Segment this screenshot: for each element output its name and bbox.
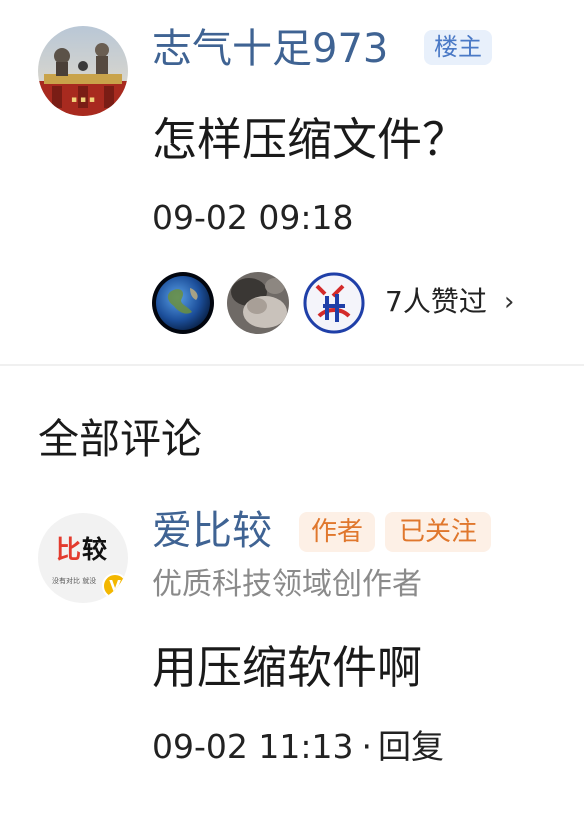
verified-icon: V [102, 573, 128, 599]
calligraphy-avatar-image [303, 272, 365, 334]
thread-page: ▪ ▪ ▪ 志气十足973 楼主 怎样压缩文件？ 09-02 09:18 7人赞… [0, 0, 584, 816]
liker-avatar[interactable] [227, 272, 289, 334]
commenter-name[interactable]: 爱比较 [152, 509, 272, 553]
followed-badge[interactable]: 已关注 [385, 512, 492, 552]
op-badge: 楼主 [424, 30, 492, 65]
commenter-avatar[interactable]: 比较 没有对比 就没 V [38, 513, 128, 603]
post-timestamp: 09-02 09:18 [152, 198, 354, 237]
comment-text: 用压缩软件啊 [152, 641, 423, 694]
chevron-right-icon[interactable]: › [504, 284, 514, 320]
earth-avatar-image [152, 272, 214, 334]
comments-section-title: 全部评论 [38, 415, 202, 463]
section-divider [0, 364, 584, 366]
commenter-subtitle: 优质科技领域创作者 [152, 567, 422, 602]
likes-count[interactable]: 7人赞过 [385, 284, 487, 320]
reply-button[interactable]: 回复 [378, 727, 444, 767]
author-badge: 作者 [299, 512, 376, 552]
liker-avatar[interactable] [303, 272, 365, 334]
original-post: ▪ ▪ ▪ 志气十足973 楼主 怎样压缩文件？ 09-02 09:18 7人赞… [0, 0, 584, 365]
avatar-logo-text: 比较 [56, 535, 109, 564]
comment-meta: 09-02 11:13 · 回复 [152, 727, 444, 767]
meta-separator: · [361, 727, 372, 766]
photo-avatar-image [227, 272, 289, 334]
likers-row[interactable]: 7人赞过 › [152, 272, 572, 334]
op-avatar[interactable]: ▪ ▪ ▪ [38, 26, 128, 116]
liker-avatar[interactable] [152, 272, 214, 334]
post-question: 怎样压缩文件？ [152, 113, 468, 166]
op-author-name[interactable]: 志气十足973 [152, 27, 388, 71]
svg-text:▪ ▪ ▪: ▪ ▪ ▪ [71, 95, 95, 105]
op-avatar-image: ▪ ▪ ▪ [38, 26, 128, 116]
avatar-logo-tagline: 没有对比 就没 [52, 577, 97, 585]
comment-timestamp: 09-02 11:13 [152, 727, 354, 766]
